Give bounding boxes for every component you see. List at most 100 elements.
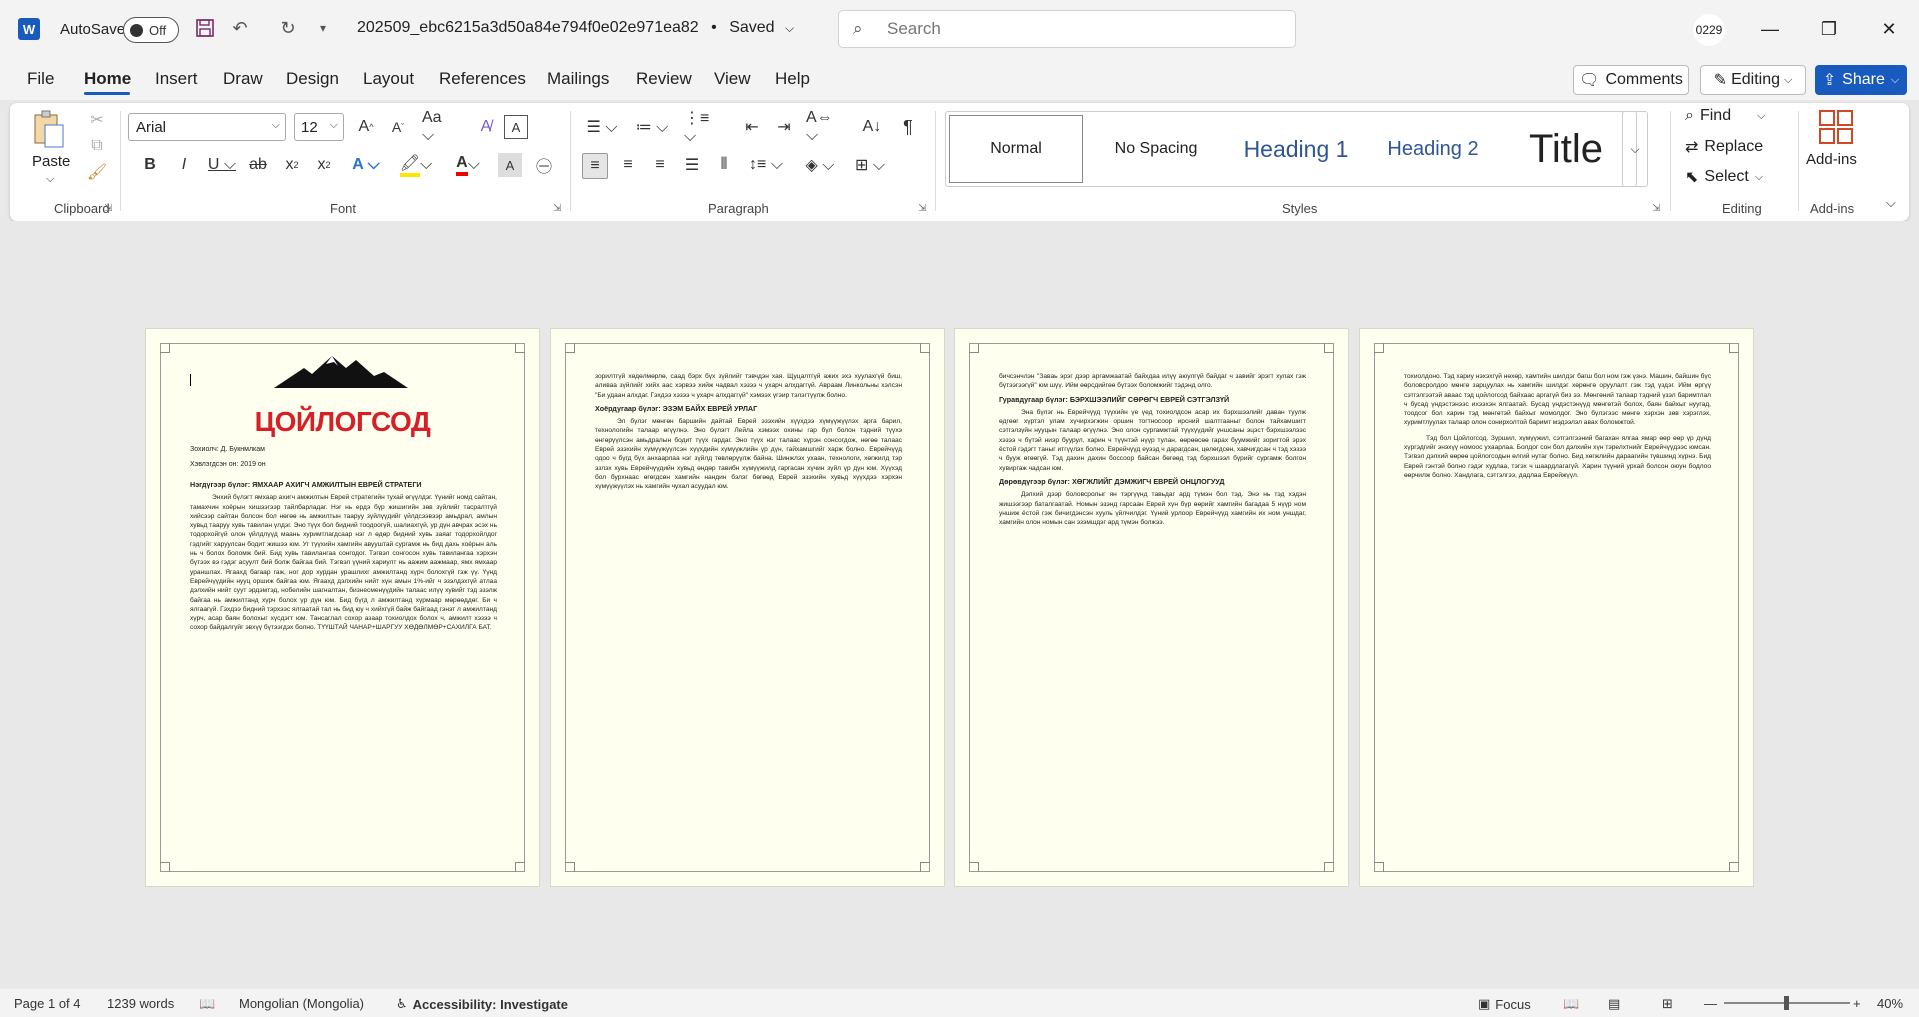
tab-layout[interactable]: Layout [363,69,414,89]
page-count[interactable]: Page 1 of 4 [14,996,81,1011]
paste-label[interactable]: Paste [32,153,70,170]
collapse-ribbon-icon[interactable]: ⌵ [1886,195,1896,211]
search-box[interactable]: ⌕ [838,10,1296,48]
subscript-icon[interactable]: x2 [280,153,304,177]
text-effects-icon[interactable]: A ⌵ [346,153,386,177]
format-painter-icon[interactable]: 🖌 [86,161,108,183]
bullets-icon[interactable]: ☰ ⌵ [582,115,622,139]
share-button[interactable]: ⇪ Share ⌵ [1815,65,1907,95]
align-right-icon[interactable]: ≡ [648,153,672,177]
show-formatting-icon[interactable]: ¶ [896,115,920,139]
save-icon[interactable] [193,16,217,40]
tab-insert[interactable]: Insert [155,69,198,89]
enclose-characters-icon[interactable]: ㊀ [532,153,556,177]
change-case-icon[interactable]: Aa ⌵ [422,109,458,144]
editing-mode-button[interactable]: ✎ Editing ⌵ [1700,65,1806,95]
select-button[interactable]: ⬉ Select ⌵ [1685,167,1763,187]
tab-mailings[interactable]: Mailings [547,69,609,89]
chevron-down-icon[interactable]: ⌵ [46,173,54,186]
dialog-launcher-icon[interactable]: ⇲ [553,203,561,214]
numbering-icon[interactable]: ≔ ⌵ [632,115,672,139]
add-ins-icon[interactable] [1816,107,1856,147]
styles-more-icon[interactable]: ⌵ [1622,111,1648,187]
dialog-launcher-icon[interactable]: ⇲ [104,203,112,214]
justify-icon[interactable]: ☰ [680,153,704,177]
cut-icon[interactable]: ✂ [86,109,108,131]
autosave-toggle[interactable]: Off [123,17,179,43]
tab-help[interactable]: Help [775,69,810,89]
style-normal[interactable]: Normal [949,115,1083,183]
asian-layout-icon[interactable]: A⇔ ⌵ [806,109,846,144]
increase-indent-icon[interactable]: ⇥ [772,115,796,139]
zoom-out-icon[interactable]: — [1704,996,1717,1011]
style-heading-2[interactable]: Heading 2 [1366,115,1500,183]
line-spacing-icon[interactable]: ↕≡ ⌵ [746,153,786,177]
add-ins-label[interactable]: Add-ins [1806,151,1857,168]
tab-references[interactable]: References [439,69,526,89]
paste-icon[interactable] [28,107,68,151]
tab-design[interactable]: Design [286,69,339,89]
copy-icon[interactable]: ⧉ [86,135,108,157]
style-no-spacing[interactable]: No Spacing [1089,115,1223,183]
zoom-slider-handle[interactable] [1784,996,1789,1010]
tab-review[interactable]: Review [636,69,692,89]
web-layout-icon[interactable]: ⊞ [1662,996,1673,1012]
page-3-content[interactable]: бичсэнчлэн "Заваь эрэг дээр аргамжаатай … [969,343,1334,872]
shading-icon[interactable]: ◈ ⌵ [800,153,840,177]
superscript-icon[interactable]: x2 [312,153,336,177]
minimize-icon[interactable]: — [1747,12,1793,46]
font-name-box[interactable]: Arial ⌵ [128,113,286,141]
tab-draw[interactable]: Draw [223,69,263,89]
focus-button[interactable]: ▣ Focus [1478,996,1531,1012]
multilevel-list-icon[interactable]: ⋮≡ ⌵ [684,110,724,145]
comments-button[interactable]: 🗨 Comments [1573,65,1689,95]
bold-icon[interactable]: B [138,153,162,177]
accessibility-button[interactable]: ♿ Accessibility: Investigate [396,996,568,1012]
read-mode-icon[interactable]: 📖 [1563,996,1579,1012]
character-shading-icon[interactable]: A [498,153,522,177]
customize-toolbar-icon[interactable]: ▾ [311,16,335,40]
print-layout-icon[interactable]: ▤ [1608,996,1620,1012]
clear-formatting-icon[interactable]: A̸ [474,115,498,139]
zoom-in-icon[interactable]: + [1853,996,1861,1011]
tab-home[interactable]: Home [84,69,131,89]
align-left-icon[interactable]: ≡ [582,153,608,179]
document-title[interactable]: 202509_ebc6215a3d50a84e794f0e02e971ea82 … [357,19,794,37]
dialog-launcher-icon[interactable]: ⇲ [1652,203,1660,214]
page-4[interactable]: тохиолдоно. Тэд хариу нэхэхгүй нөхөр, ха… [1359,328,1754,887]
undo-icon[interactable]: ↶ [228,16,252,40]
language-indicator[interactable]: Mongolian (Mongolia) [239,996,364,1011]
restore-icon[interactable]: ❐ [1806,12,1852,46]
page-4-content[interactable]: тохиолдоно. Тэд хариу нэхэхгүй нөхөр, ха… [1374,343,1739,872]
close-icon[interactable]: ✕ [1866,12,1912,46]
font-color-icon[interactable]: A ⌵ [448,153,488,177]
font-size-box[interactable]: 12 ⌵ [294,113,344,141]
italic-icon[interactable]: I [172,153,196,177]
align-center-icon[interactable]: ≡ [616,153,640,177]
search-input[interactable] [887,19,1267,39]
highlight-color-icon[interactable]: 🖍 ⌵ [396,153,436,177]
grow-font-icon[interactable]: A ^ [354,115,378,139]
page-2-content[interactable]: зорилтгүй хөдөлмөрлө, саад бэрх бүх зүйл… [565,343,930,872]
page-1-content[interactable]: ЦОЙЛОГСОД Зохиолч: Д. Букнмлкам Хэвлэгдс… [160,343,525,872]
dialog-launcher-icon[interactable]: ⇲ [918,203,926,214]
distributed-icon[interactable]: ⦀ [712,153,736,177]
page-2[interactable]: зорилтгүй хөдөлмөрлө, саад бэрх бүх зүйл… [550,328,945,887]
zoom-slider[interactable] [1724,996,1850,1010]
user-avatar[interactable]: 0229 [1693,14,1725,46]
redo-icon[interactable]: ↻ [276,16,300,40]
page-1[interactable]: ЦОЙЛОГСОД Зохиолч: Д. Букнмлкам Хэвлэгдс… [145,328,540,887]
find-button[interactable]: ⌕ Find ⌵ [1685,107,1765,125]
sort-icon[interactable]: A↓ [860,115,884,139]
word-count[interactable]: 1239 words [107,996,174,1011]
shrink-font-icon[interactable]: Aˇ [386,115,410,139]
style-heading-1[interactable]: Heading 1 [1229,115,1363,183]
page-3[interactable]: бичсэнчлэн "Заваь эрэг дээр аргамжаатай … [954,328,1349,887]
zoom-level[interactable]: 40% [1877,996,1903,1011]
replace-button[interactable]: ⇄ Replace [1685,137,1763,157]
style-title[interactable]: Title [1506,115,1626,183]
text-border-icon[interactable]: A [504,115,528,139]
decrease-indent-icon[interactable]: ⇤ [740,115,764,139]
tab-file[interactable]: File [27,69,54,89]
borders-icon[interactable]: ⊞ ⌵ [850,153,890,177]
